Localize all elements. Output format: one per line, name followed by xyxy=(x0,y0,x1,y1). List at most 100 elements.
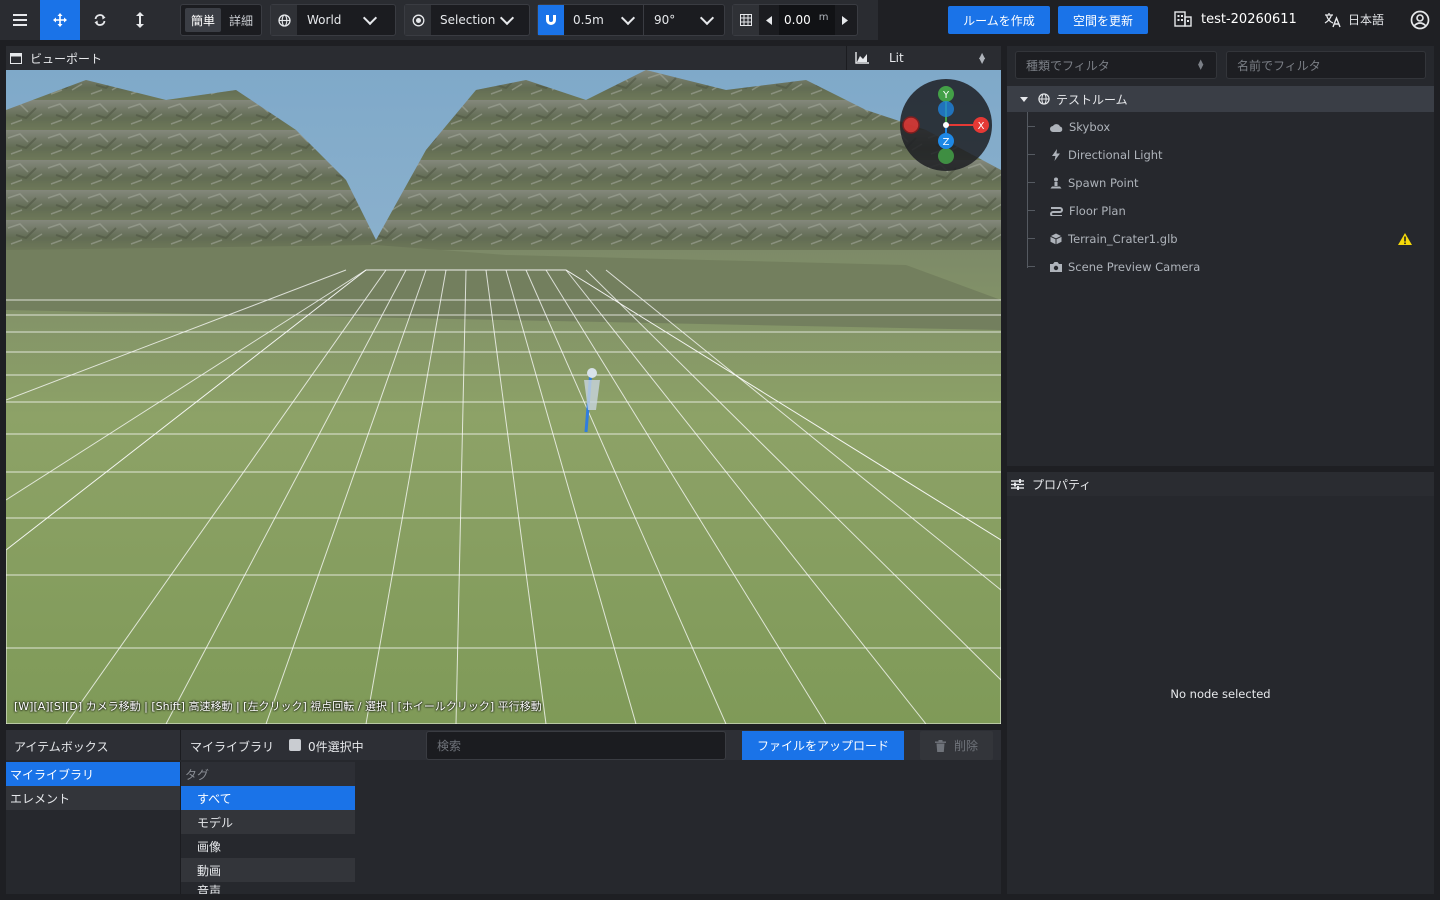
magnet-icon xyxy=(546,15,556,25)
view-gizmo[interactable]: X Y Z xyxy=(900,79,992,171)
gizmo-neg-x-handle[interactable] xyxy=(902,116,920,134)
shading-selector[interactable]: Lit ▲ ▼ xyxy=(846,46,1001,70)
account-icon xyxy=(1410,10,1430,30)
scene-render: X Y Z xyxy=(6,70,1001,724)
tree-root-label: テストルーム xyxy=(1056,92,1128,107)
filter-type-select[interactable]: 種類でフィルタ ▲ ▼ xyxy=(1015,51,1217,79)
chevron-down-icon[interactable] xyxy=(620,10,636,25)
source-elements[interactable]: エレメント xyxy=(6,786,180,810)
select-all-checkbox[interactable] xyxy=(289,739,301,751)
tree-item-skybox[interactable]: Skybox xyxy=(1007,113,1434,141)
project-name: test-20260611 xyxy=(1201,11,1297,27)
3d-viewport[interactable]: X Y Z [W][A][S][D] カメラ移動 | [Shift] 高速移動 … xyxy=(6,70,1001,724)
pivot-value: Selection xyxy=(440,13,496,27)
caret-down-icon[interactable] xyxy=(1020,96,1028,102)
chevron-down-icon[interactable] xyxy=(699,10,715,25)
project-info: test-20260611 xyxy=(1174,11,1297,27)
account-button[interactable] xyxy=(1410,10,1430,33)
translate-tool-button[interactable] xyxy=(40,0,80,40)
gizmo-neg-y-handle[interactable] xyxy=(938,148,954,164)
rotate-tool-button[interactable] xyxy=(80,0,120,40)
tree-item-floor-plan[interactable]: Floor Plan xyxy=(1007,197,1434,225)
grid-height-input[interactable]: 0.00 m xyxy=(779,5,835,35)
properties-panel: プロパティ No node selected xyxy=(1007,472,1434,894)
tag-image[interactable]: 画像 xyxy=(181,834,355,858)
floorplan-icon xyxy=(1050,207,1063,216)
snap-distance-value[interactable]: 0.5m xyxy=(573,13,619,27)
hamburger-icon xyxy=(13,14,27,26)
upload-file-button[interactable]: ファイルをアップロード xyxy=(742,731,904,760)
gizmo-x-label: X xyxy=(978,121,985,132)
tag-video[interactable]: 動画 xyxy=(181,858,355,882)
divider xyxy=(180,730,181,760)
delete-button[interactable]: 削除 xyxy=(920,731,993,760)
item-box-title: アイテムボックス xyxy=(14,740,109,754)
increment-button[interactable] xyxy=(835,5,855,35)
viewport-title: ビューポート xyxy=(30,51,103,66)
menu-button[interactable] xyxy=(0,0,40,40)
selected-count: 0件選択中 xyxy=(308,740,364,754)
grid-icon xyxy=(733,5,759,35)
tree-item-spawn-point[interactable]: Spawn Point xyxy=(1007,169,1434,197)
search-placeholder: 検索 xyxy=(437,739,462,753)
scale-tool-button[interactable] xyxy=(120,0,160,40)
space-dropdown[interactable]: World xyxy=(270,4,396,36)
library-title: マイライブラリ xyxy=(190,740,275,754)
gizmo-z-label: Z xyxy=(943,137,950,148)
translate-icon xyxy=(1324,12,1341,27)
chevron-down-icon xyxy=(499,10,515,25)
properties-title: プロパティ xyxy=(1032,477,1092,492)
globe-icon xyxy=(1038,93,1050,105)
snap-toggle-button[interactable] xyxy=(538,5,564,35)
decrement-button[interactable] xyxy=(759,5,779,35)
caret-right-icon xyxy=(842,15,848,25)
library-search-input[interactable]: 検索 xyxy=(426,731,726,760)
tree-root-room[interactable]: テストルーム xyxy=(1007,86,1434,112)
divider xyxy=(643,5,644,35)
tag-header: タグ xyxy=(181,762,355,786)
source-my-library[interactable]: マイライブラリ xyxy=(6,762,180,786)
mode-toggle: 簡単 詳細 xyxy=(180,4,262,36)
chart-icon xyxy=(847,52,877,64)
shading-value: Lit xyxy=(889,51,904,65)
building-icon xyxy=(1174,11,1192,27)
globe-icon xyxy=(271,5,297,35)
scene-hierarchy-panel: 種類でフィルタ ▲ ▼ 名前でフィルタ テストルーム Skybox Directi… xyxy=(1007,46,1434,466)
mode-detail-button[interactable]: 詳細 xyxy=(223,8,259,32)
sort-icon: ▲ ▼ xyxy=(979,51,986,65)
window-icon xyxy=(10,52,22,64)
grid-height-control: 0.00 m xyxy=(732,4,858,36)
move-icon xyxy=(53,13,67,27)
cloud-icon xyxy=(1050,123,1063,132)
tag-all[interactable]: すべて xyxy=(181,786,355,810)
update-space-button[interactable]: 空間を更新 xyxy=(1058,6,1148,34)
grid-unit-label: m xyxy=(818,11,829,23)
viewport-header: ビューポート xyxy=(6,46,846,70)
chevron-down-icon xyxy=(362,10,378,25)
tag-model[interactable]: モデル xyxy=(181,810,355,834)
filter-type-placeholder: 種類でフィルタ xyxy=(1026,58,1110,73)
sliders-icon xyxy=(1011,478,1024,490)
cube-icon xyxy=(1050,233,1062,245)
snap-controls: 0.5m 90° xyxy=(537,4,725,36)
target-icon xyxy=(405,5,431,35)
warning-icon[interactable] xyxy=(1398,233,1412,245)
sort-icon: ▲ ▼ xyxy=(1198,58,1204,71)
tree-item-label: Scene Preview Camera xyxy=(1068,260,1201,274)
tree-item-terrain[interactable]: Terrain_Crater1.glb xyxy=(1007,225,1434,253)
trash-icon xyxy=(934,739,946,752)
tree-item-directional-light[interactable]: Directional Light xyxy=(1007,141,1434,169)
tree-item-label: Spawn Point xyxy=(1068,176,1139,190)
create-room-button[interactable]: ルームを作成 xyxy=(948,6,1050,34)
tree-item-label: Terrain_Crater1.glb xyxy=(1068,232,1178,246)
gizmo-neg-z-handle[interactable] xyxy=(938,101,954,117)
tree-item-preview-camera[interactable]: Scene Preview Camera xyxy=(1007,253,1434,281)
controls-hint: [W][A][S][D] カメラ移動 | [Shift] 高速移動 | [左クリ… xyxy=(14,700,542,713)
language-selector[interactable]: 日本語 xyxy=(1324,11,1384,28)
tag-audio[interactable]: 音声 xyxy=(181,882,355,894)
tree-item-label: Floor Plan xyxy=(1069,204,1126,218)
filter-name-input[interactable]: 名前でフィルタ xyxy=(1226,51,1426,79)
mode-simple-button[interactable]: 簡単 xyxy=(185,8,222,32)
pivot-dropdown[interactable]: Selection xyxy=(404,4,530,36)
snap-angle-value[interactable]: 90° xyxy=(654,13,700,27)
